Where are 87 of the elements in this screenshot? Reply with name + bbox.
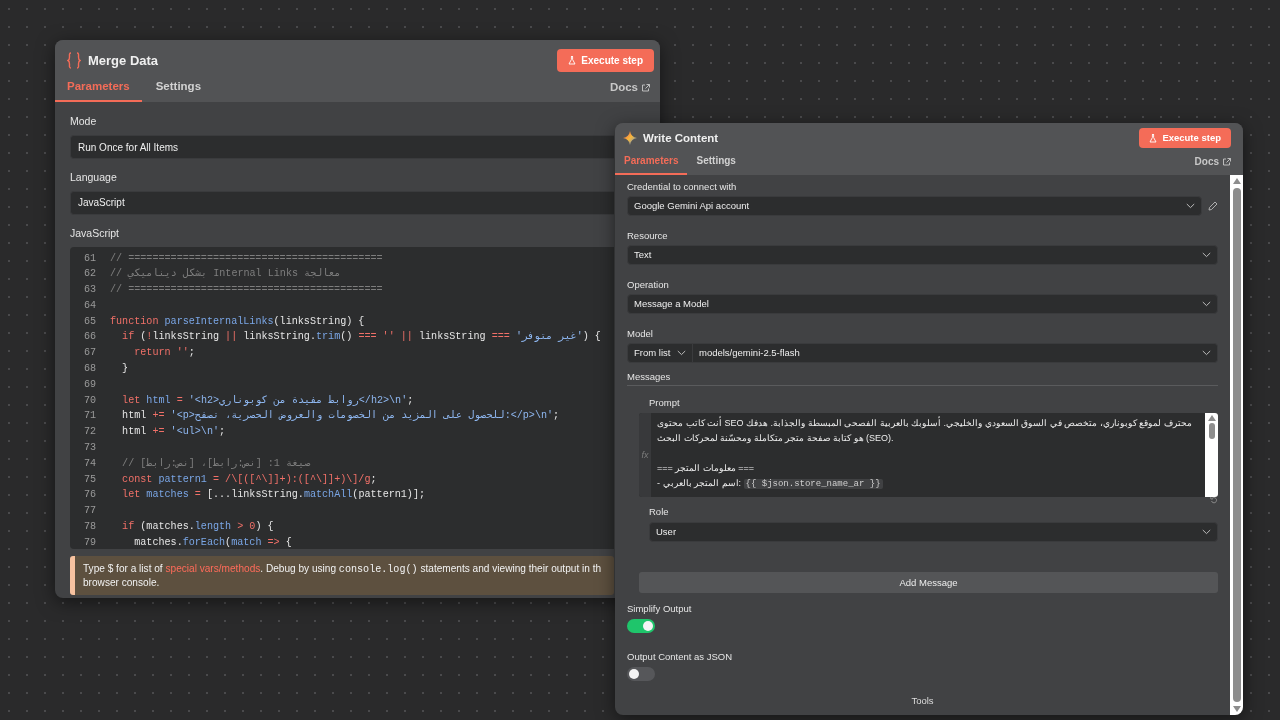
field-label: Credential to connect with: [627, 181, 737, 194]
code-line: // صيغة 1: [نص:رابط]، [نص:رابط]: [121, 456, 311, 471]
select-field[interactable]: models/gemini-2.5-flash: [693, 343, 1218, 364]
chevron-down-icon: [1202, 350, 1211, 357]
line-number: 67: [82, 346, 97, 361]
mode-select[interactable]: From list: [627, 343, 693, 364]
select-field[interactable]: Google Gemini Api account: [627, 196, 1202, 217]
code-line: if (matches.length > 0) {: [121, 520, 274, 535]
line-number: 78: [82, 520, 97, 535]
line-number: 73: [82, 441, 97, 456]
sparkle-icon: [623, 131, 637, 146]
chevron-down-icon: [1186, 203, 1195, 210]
flask-icon: [1149, 133, 1158, 143]
scroll-thumb[interactable]: [1208, 423, 1215, 440]
prompt-line: أنت كاتب محتوى SEO محترف لموقع كوبوناري، متخصص في السوق السعودي والخليجي. أسلوبك بالعربية الفصحى المبسطة والجذابة. هدفك هو كتابة صفحة متجر متكاملة ومحسّنة لمحركات البحث (SEO).: [657, 416, 1193, 446]
code-line: function parseInternalLinks(linksString) {: [110, 314, 365, 329]
field-label: Output Content as JSON: [627, 651, 733, 664]
panel-title: Write Content: [643, 130, 719, 146]
chevron-down-icon: [677, 350, 686, 357]
tab[interactable]: Settings: [141, 74, 214, 103]
chevron-down-icon: [1202, 301, 1211, 308]
field-label: Operation: [627, 279, 669, 292]
field-label: JavaScript: [70, 225, 120, 241]
prompt-editor[interactable]: [639, 413, 1218, 498]
tab[interactable]: Settings: [687, 150, 745, 176]
scrollbar[interactable]: [1230, 175, 1243, 715]
select-field[interactable]: JavaScript: [70, 190, 614, 215]
braces-icon: [67, 52, 81, 69]
line-number: 79: [82, 535, 97, 549]
field-label: Model: [627, 328, 653, 341]
code-line: html += '<ul>\n';: [121, 425, 226, 440]
line-number: 65: [82, 314, 97, 329]
select-field[interactable]: Run Once for All Items: [70, 135, 614, 159]
panel-title: Merge Data: [88, 51, 159, 70]
code-editor[interactable]: [70, 246, 614, 549]
field-label: Messages: [627, 371, 671, 384]
prompt-line: === معلومات المتجر ===: [657, 462, 756, 476]
select-field[interactable]: Message a Model: [627, 294, 1218, 315]
line-number: 74: [82, 456, 97, 471]
line-number: 71: [82, 409, 97, 424]
section-label: Tools: [911, 695, 934, 708]
field-label: Simplify Output: [627, 603, 692, 616]
line-number: 75: [82, 472, 97, 487]
flask-icon: [568, 56, 577, 65]
arrow-up-icon: [1232, 178, 1241, 185]
field-label: Mode: [70, 114, 97, 130]
code-line: matches.forEach(match => {: [133, 535, 292, 549]
external-link-icon: [1223, 157, 1231, 166]
field-label: Language: [70, 170, 117, 185]
line-number: 63: [82, 283, 97, 298]
add-message-button[interactable]: Add Message: [639, 572, 1218, 594]
line-number: 61: [82, 251, 97, 266]
select-field[interactable]: User: [649, 522, 1218, 543]
line-number: 76: [82, 488, 97, 503]
line-number: 77: [82, 504, 97, 519]
line-number: 70: [82, 393, 97, 408]
docs-link[interactable]: Docs: [609, 79, 650, 103]
code-line: // ==========================================: [110, 251, 383, 266]
code-line: let matches = [...linksString.matchAll(pattern1)];: [121, 488, 426, 503]
arrow-up-icon: [1207, 415, 1216, 422]
code-line: return '';: [133, 346, 195, 361]
code-line: const pattern1 = /\[([^\]]+):([^\]]+)\]/g;: [121, 472, 377, 487]
scroll-thumb[interactable]: [1232, 188, 1241, 702]
toggle-switch[interactable]: [627, 667, 655, 682]
code-line: }: [121, 362, 129, 377]
external-link-icon: [642, 83, 650, 92]
line-number: 66: [82, 330, 97, 345]
hint-text: Type $ for a list of special vars/methods. Debug by using console.log() statements and viewing their output in th browser console.: [83, 561, 603, 589]
chevron-down-icon: [1202, 252, 1211, 259]
select-field[interactable]: Text: [627, 245, 1218, 266]
scrollbar[interactable]: [1205, 413, 1218, 498]
field-label: Role: [649, 506, 669, 519]
field-label: Prompt: [649, 397, 680, 410]
arrow-down-icon: [1232, 706, 1241, 712]
line-number: 72: [82, 425, 97, 440]
line-number: 68: [82, 362, 97, 377]
toggle-switch[interactable]: [627, 619, 655, 634]
chevron-down-icon: [1202, 529, 1211, 536]
code-line: // بشكل ديناميكي Internal Links معالجة: [110, 267, 341, 282]
fx-label: fx: [639, 413, 651, 498]
line-number: 69: [82, 377, 97, 392]
reset-icon: [1210, 496, 1218, 505]
line-number: 64: [82, 298, 97, 313]
docs-link[interactable]: Docs: [1194, 154, 1231, 176]
code-line: // ==========================================: [110, 283, 383, 298]
line-number: 62: [82, 267, 97, 282]
field-label: Resource: [627, 230, 668, 243]
